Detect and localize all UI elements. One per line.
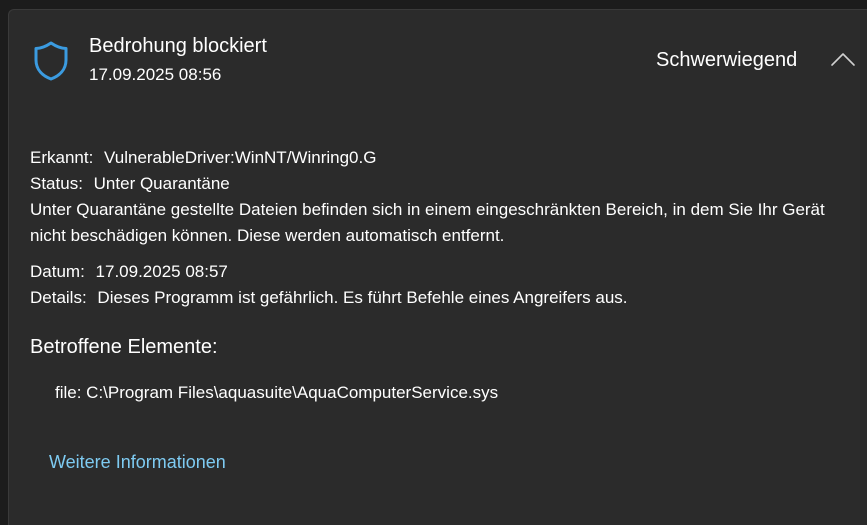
date-row: Datum: 17.09.2025 08:57 — [30, 259, 850, 285]
chevron-up-icon[interactable] — [829, 50, 857, 70]
threat-card: Bedrohung blockiert 17.09.2025 08:56 Sch… — [8, 9, 867, 525]
shield-icon — [34, 41, 68, 81]
status-label: Status: — [30, 174, 83, 193]
details-row: Details: Dieses Programm ist gefährlich.… — [30, 285, 850, 311]
quarantine-note: Unter Quarantäne gestellte Dateien befin… — [30, 200, 825, 245]
status-row: Status: Unter Quarantäne — [30, 171, 850, 197]
window-background: Bedrohung blockiert 17.09.2025 08:56 Sch… — [0, 0, 867, 525]
threat-title: Bedrohung blockiert — [89, 35, 267, 57]
detected-row: Erkannt: VulnerableDriver:WinNT/Winring0… — [30, 145, 850, 171]
severity-label: Schwerwiegend — [656, 49, 798, 71]
threat-details: Erkannt: VulnerableDriver:WinNT/Winring0… — [30, 145, 850, 311]
more-information-link[interactable]: Weitere Informationen — [49, 452, 226, 473]
detected-value: VulnerableDriver:WinNT/Winring0.G — [104, 148, 377, 167]
status-value: Unter Quarantäne — [93, 174, 230, 193]
threat-timestamp: 17.09.2025 08:56 — [89, 65, 222, 84]
date-label: Datum: — [30, 262, 85, 281]
affected-item: file: C:\Program Files\aquasuite\AquaCom… — [55, 383, 499, 402]
details-value: Dieses Programm ist gefährlich. Es führt… — [97, 288, 628, 307]
affected-items-title: Betroffene Elemente: — [30, 336, 218, 358]
details-label: Details: — [30, 288, 87, 307]
detected-label: Erkannt: — [30, 148, 94, 167]
date-value: 17.09.2025 08:57 — [95, 262, 228, 281]
